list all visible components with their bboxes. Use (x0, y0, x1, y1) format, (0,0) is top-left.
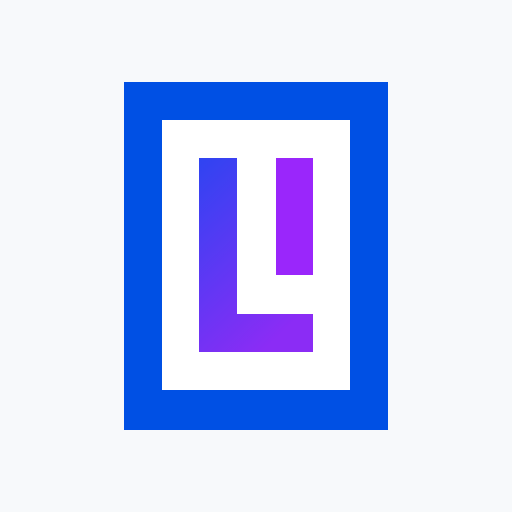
logo-letter-i (276, 158, 313, 275)
logo-icon (124, 82, 388, 430)
